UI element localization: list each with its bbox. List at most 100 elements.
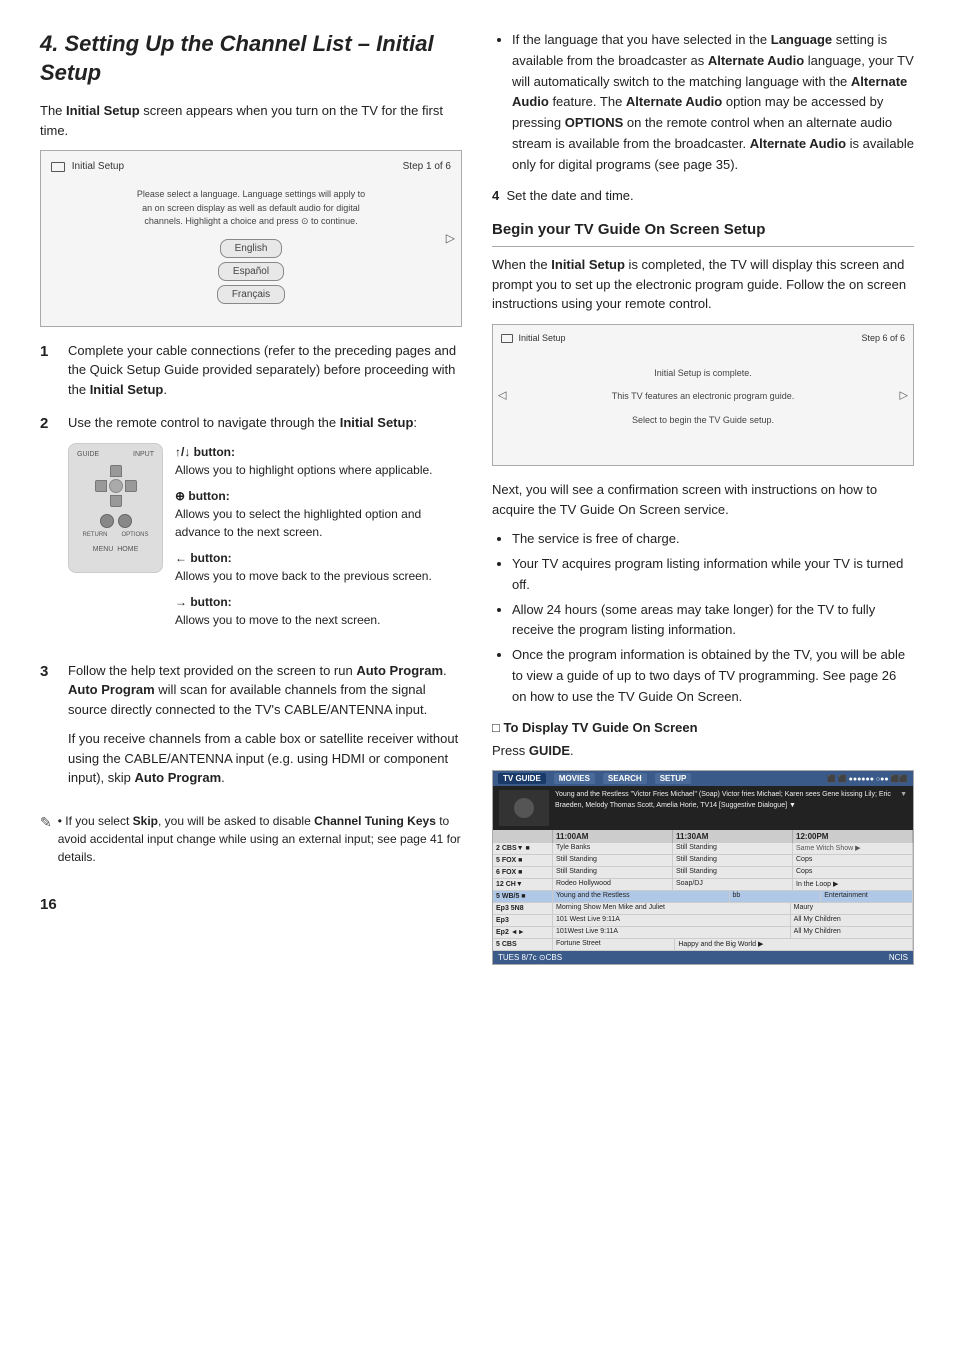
guide-time-slots: 11:00AM 11:30AM 12:00PM — [553, 830, 913, 843]
step4-number: 4 — [492, 188, 499, 203]
note-icon: ✎ — [40, 812, 52, 876]
right-button-label: → button: — [175, 595, 232, 609]
guide-tab-tv[interactable]: TV GUIDE — [498, 773, 546, 784]
guide-row-8: Ep2 ◄► 101West Live 9:11A All My Childre… — [493, 927, 913, 939]
guide-header-row: 11:00AM 11:30AM 12:00PM — [493, 830, 913, 843]
language-bullet: If the language that you have selected i… — [512, 30, 914, 176]
time-slot-3: 12:00PM — [793, 830, 913, 843]
bullet-twodays: Once the program information is obtained… — [512, 645, 914, 707]
guide-ch-header — [493, 830, 553, 843]
page-title: 4. Setting Up the Channel List – Initial… — [40, 30, 462, 87]
page-layout: 4. Setting Up the Channel List – Initial… — [40, 30, 914, 979]
nav-arrow-right-icon: ▷ — [446, 231, 455, 245]
up-down-button-desc: ↑/↓ button: Allows you to highlight opti… — [175, 443, 462, 479]
left-button-text: Allows you to move back to the previous … — [175, 569, 432, 583]
lang-btn-espanol[interactable]: Español — [218, 262, 284, 281]
step1-number: 1 — [40, 341, 58, 400]
guide-label: GUIDE — [77, 450, 99, 461]
tv-icon — [51, 162, 65, 172]
initial-setup-screen1: Initial Setup Step 1 of 6 Please select … — [40, 150, 462, 327]
note-box: ✎ • If you select Skip, you will be aske… — [40, 812, 462, 876]
guide-bottom-bar: TUES 8/7c ⊙CBS NCIS — [493, 951, 913, 964]
guide-row-2: 5 FOX ■ Still Standing Still Standing Co… — [493, 855, 913, 867]
guide-row-1: 2 CBS▼ ■ Tyle Banks Still Standing Same … — [493, 843, 913, 855]
dpad-right[interactable] — [125, 480, 137, 492]
page-number: 16 — [40, 896, 462, 913]
screen1-title-bar: Initial Setup Step 1 of 6 — [51, 161, 451, 172]
lang-btn-english[interactable]: English — [220, 239, 283, 258]
time-slot-2: 11:30AM — [673, 830, 793, 843]
screen2-line3: Select to begin the TV Guide setup. — [511, 414, 895, 428]
input-label: INPUT — [133, 450, 154, 461]
options-button[interactable] — [118, 514, 132, 528]
guide-top-bar: TV GUIDE MOVIES SEARCH SETUP ⬛ ⬛ ●●●●●● … — [493, 771, 913, 786]
remote-dpad — [95, 465, 137, 507]
tv-guide-screen: TV GUIDE MOVIES SEARCH SETUP ⬛ ⬛ ●●●●●● … — [492, 770, 914, 965]
guide-row-6: Ep3 5N8 Morning Show Men Mike and Juliet… — [493, 903, 913, 915]
screen2-line2: This TV features an electronic program g… — [511, 390, 895, 404]
guide-tab-search[interactable]: SEARCH — [603, 773, 647, 784]
guide-row-7: Ep3 101 West Live 9:11A All My Children — [493, 915, 913, 927]
right-column: If the language that you have selected i… — [492, 30, 914, 979]
guide-info-icons: ▼ — [900, 790, 907, 826]
screen2-line1: Initial Setup is complete. — [511, 367, 895, 381]
step-1: 1 Complete your cable connections (refer… — [40, 341, 462, 400]
button-descriptions: ↑/↓ button: Allows you to highlight opti… — [175, 443, 462, 637]
begin-tv-guide-heading: Begin your TV Guide On Screen Setup — [492, 221, 914, 238]
guide-top-right: ⬛ ⬛ ●●●●●● ○●● ⬛⬛ — [827, 775, 908, 783]
service-bullets: The service is free of charge. Your TV a… — [492, 529, 914, 707]
initial-setup-bold: Initial Setup — [66, 103, 140, 118]
press-guide: Press GUIDE. — [492, 741, 914, 761]
language-list: English Español Français — [56, 237, 446, 306]
time-slot-1: 11:00AM — [553, 830, 673, 843]
note-text: • If you select Skip, you will be asked … — [58, 812, 462, 866]
dpad-center[interactable] — [109, 479, 123, 493]
section-divider — [492, 246, 914, 247]
guide-info-bar: Young and the Restless "Victor Fries Mic… — [493, 786, 913, 830]
menu-home-labels: MENU HOME — [93, 545, 139, 556]
step3-content: Follow the help text provided on the scr… — [68, 661, 462, 798]
nav-arrow-right2-icon: ▷ — [900, 388, 908, 401]
circle-button-text: Allows you to select the highlighted opt… — [175, 507, 421, 539]
up-down-button-text: Allows you to highlight options where ap… — [175, 463, 433, 477]
step2-number: 2 — [40, 413, 58, 647]
intro-paragraph: The Initial Setup screen appears when yo… — [40, 101, 462, 140]
screen1-title: Initial Setup — [51, 161, 124, 172]
remote-image: GUIDE INPUT — [68, 443, 163, 573]
return-label: RETURN — [82, 531, 107, 540]
guide-tab-setup[interactable]: SETUP — [655, 773, 692, 784]
screen2-body: Initial Setup is complete. This TV featu… — [501, 347, 905, 458]
steps-list: 1 Complete your cable connections (refer… — [40, 341, 462, 798]
guide-bottom-left: TUES 8/7c ⊙CBS — [498, 953, 562, 962]
dpad-down[interactable] — [110, 495, 122, 507]
left-button-desc: ← button: Allows you to move back to the… — [175, 549, 462, 585]
initial-setup-screen2: Initial Setup Step 6 of 6 Initial Setup … — [492, 324, 914, 467]
guide-row-4: 12 CH▼ Rodeo Hollywood Soap/DJ In the Lo… — [493, 879, 913, 891]
screen1-body: Please select a language. Language setti… — [51, 178, 451, 316]
screen1-body-text: Please select a language. Language setti… — [56, 188, 446, 229]
screen1-step: Step 1 of 6 — [403, 161, 451, 172]
left-button-label: ← button: — [175, 551, 232, 565]
dpad-left[interactable] — [95, 480, 107, 492]
step4: 4 Set the date and time. — [492, 186, 914, 206]
guide-row-5: 5 WB/5 ■ Young and the Restless bb Enter… — [493, 891, 913, 903]
lang-btn-francais[interactable]: Français — [217, 285, 285, 304]
nav-arrow-left-icon: ◁ — [498, 388, 506, 401]
step-2: 2 Use the remote control to navigate thr… — [40, 413, 462, 647]
left-column: 4. Setting Up the Channel List – Initial… — [40, 30, 462, 979]
section-intro: When the Initial Setup is completed, the… — [492, 255, 914, 314]
guide-row-9: 5 CBS Fortune Street Happy and the Big W… — [493, 939, 913, 951]
screen2-step: Step 6 of 6 — [861, 333, 905, 343]
right-button-text: Allows you to move to the next screen. — [175, 613, 380, 627]
bullet-24hrs: Allow 24 hours (some areas may take long… — [512, 600, 914, 642]
language-bullet-list: If the language that you have selected i… — [492, 30, 914, 176]
bullet-acquire: Your TV acquires program listing informa… — [512, 554, 914, 596]
guide-tab-movies[interactable]: MOVIES — [554, 773, 595, 784]
display-guide-heading: □ To Display TV Guide On Screen — [492, 720, 914, 735]
options-label: OPTIONS — [121, 531, 148, 540]
dpad-up[interactable] — [110, 465, 122, 477]
tv-icon2 — [501, 334, 513, 343]
return-button[interactable] — [100, 514, 114, 528]
guide-row-3: 6 FOX ■ Still Standing Still Standing Co… — [493, 867, 913, 879]
thumb-svg — [499, 790, 549, 826]
